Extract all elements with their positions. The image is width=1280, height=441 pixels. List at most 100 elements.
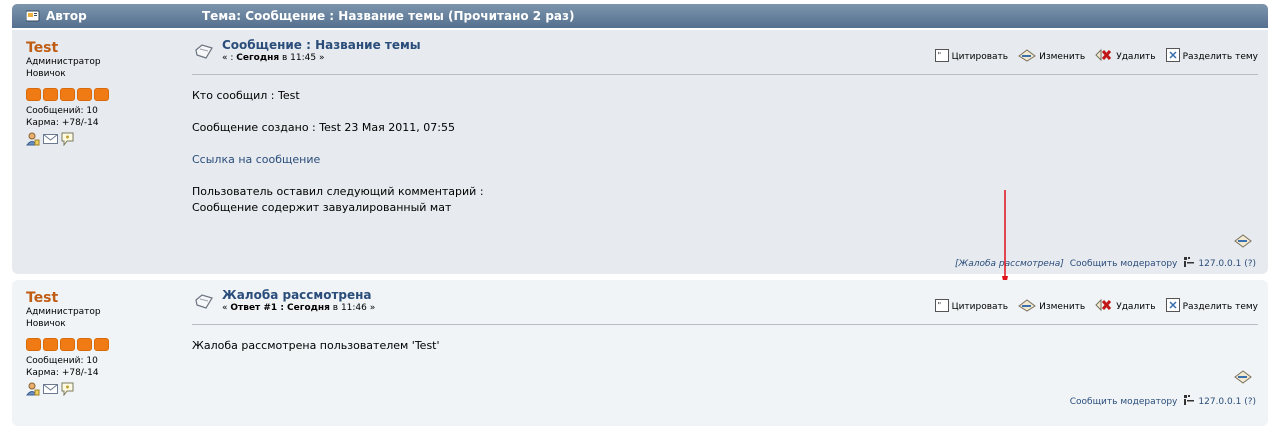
report-moderator-link[interactable]: Сообщить модератору [1070, 397, 1178, 407]
poster-post-count: Сообщений: 10 [26, 106, 98, 116]
quote-label: Цитировать [951, 51, 1009, 62]
star-icon [26, 338, 41, 351]
ip-value: 127.0.0.1 (?) [1198, 396, 1256, 407]
post-body: Кто сообщил : Test Сообщение создано : T… [192, 88, 484, 216]
poster-karma: Карма: +78/-14 [26, 118, 99, 128]
split-button[interactable]: Разделить тему [1165, 48, 1258, 65]
quote-button[interactable]: " Цитировать [934, 48, 1009, 65]
post: Test Администратор Новичок Сообщений: 10… [12, 30, 1268, 290]
topic-icon [194, 42, 214, 62]
edit-label: Изменить [1039, 51, 1086, 62]
poster-info: Test Администратор Новичок Сообщений: 10… [26, 290, 186, 399]
star-icon [26, 88, 41, 101]
quote-icon: " [934, 48, 949, 65]
edit-label: Изменить [1039, 301, 1086, 312]
report-moderator-link[interactable]: Сообщить модератору [1070, 259, 1178, 269]
delete-label: Удалить [1116, 51, 1156, 62]
post-content: Сообщение : Название темы « : Сегодня в … [192, 38, 1258, 274]
star-icon [94, 88, 109, 101]
poster-group: Администратор [26, 307, 101, 317]
meta-time: в 11:45 » [279, 53, 325, 63]
delete-button[interactable]: Удалить [1095, 48, 1156, 65]
pm-icon[interactable] [61, 132, 74, 149]
annotation-arrow [1002, 190, 1008, 290]
edit-button[interactable]: Изменить [1018, 48, 1086, 65]
poster-name[interactable]: Test [26, 290, 186, 306]
post-content: Жалоба рассмотрена « Ответ #1 : Сегодня … [192, 288, 1258, 424]
email-icon[interactable] [43, 383, 58, 398]
profile-icon[interactable] [26, 132, 40, 149]
post-actions: " Цитировать Изменить Удалить Разделить … [934, 48, 1258, 65]
post-meta: « Ответ #1 : Сегодня в 11:46 » [222, 303, 375, 313]
meta-time: в 11:46 » [329, 303, 376, 313]
split-icon [1165, 48, 1180, 65]
post-divider [192, 74, 1258, 75]
split-button[interactable]: Разделить тему [1165, 298, 1258, 315]
topic-icon [194, 292, 214, 312]
star-icon [94, 338, 109, 351]
split-label: Разделить тему [1182, 51, 1258, 62]
post-title[interactable]: Сообщение : Название темы [222, 38, 421, 52]
svg-text:": " [937, 51, 941, 60]
ip-value: 127.0.0.1 (?) [1198, 258, 1256, 269]
ip-address[interactable]: 127.0.0.1 (?) [1183, 256, 1256, 271]
poster-rank: Новичок [26, 69, 66, 79]
post-footer: Сообщить модератору 127.0.0.1 (?) [1070, 394, 1256, 409]
star-icon [77, 338, 92, 351]
delete-label: Удалить [1116, 301, 1156, 312]
post-actions: " Цитировать Изменить Удалить Разделить … [934, 298, 1258, 315]
meta-prefix: « : [222, 53, 237, 63]
author-icon [25, 10, 40, 22]
complaint-status-link[interactable]: [Жалоба рассмотрена] [955, 259, 1064, 269]
delete-icon [1095, 298, 1113, 315]
modify-icon[interactable] [1234, 234, 1252, 248]
modify-icon[interactable] [1234, 370, 1252, 384]
ip-icon [1183, 394, 1195, 409]
post-divider [192, 324, 1258, 325]
star-icon [60, 338, 75, 351]
ip-icon [1183, 256, 1195, 271]
post: Test Администратор Новичок Сообщений: 10… [12, 280, 1268, 426]
post-title[interactable]: Жалоба рассмотрена [222, 288, 375, 302]
poster-karma: Карма: +78/-14 [26, 368, 99, 378]
poster-post-count: Сообщений: 10 [26, 356, 98, 366]
svg-text:": " [937, 301, 941, 310]
edit-button[interactable]: Изменить [1018, 298, 1086, 315]
poster-icons [26, 132, 186, 149]
post-meta: « : Сегодня в 11:45 » [222, 53, 421, 63]
poster-name[interactable]: Test [26, 40, 186, 56]
pm-icon[interactable] [61, 382, 74, 399]
message-link[interactable]: Ссылка на сообщение [192, 153, 320, 166]
ip-address[interactable]: 127.0.0.1 (?) [1183, 394, 1256, 409]
topic-title-header: Тема: Сообщение : Название темы (Прочита… [202, 9, 575, 23]
star-icon [43, 338, 58, 351]
delete-button[interactable]: Удалить [1095, 298, 1156, 315]
post-footer: [Жалоба рассмотрена] Сообщить модератору… [955, 256, 1256, 271]
meta-date: Сегодня [236, 53, 280, 63]
body-line: Сообщение содержит завуалированный мат [192, 201, 452, 214]
poster-info: Test Администратор Новичок Сообщений: 10… [26, 40, 186, 149]
split-label: Разделить тему [1182, 301, 1258, 312]
profile-icon[interactable] [26, 382, 40, 399]
topic-header-bar: Автор Тема: Сообщение : Название темы (П… [12, 4, 1268, 28]
rank-stars [26, 338, 186, 351]
author-label: Автор [46, 9, 87, 23]
quote-label: Цитировать [951, 301, 1009, 312]
edit-icon [1018, 298, 1036, 315]
star-icon [60, 88, 75, 101]
author-column-header: Автор [25, 9, 87, 23]
email-icon[interactable] [43, 133, 58, 148]
body-line: Жалоба рассмотрена пользователем 'Test' [192, 339, 440, 352]
quote-icon: " [934, 298, 949, 315]
edit-icon [1018, 48, 1036, 65]
star-icon [43, 88, 58, 101]
forum-topic: Автор Тема: Сообщение : Название темы (П… [12, 4, 1268, 426]
body-line: Пользователь оставил следующий комментар… [192, 185, 484, 198]
split-icon [1165, 298, 1180, 315]
poster-group: Администратор [26, 57, 101, 67]
poster-icons [26, 382, 186, 399]
delete-icon [1095, 48, 1113, 65]
star-icon [77, 88, 92, 101]
quote-button[interactable]: " Цитировать [934, 298, 1009, 315]
post-body: Жалоба рассмотрена пользователем 'Test' [192, 338, 440, 354]
